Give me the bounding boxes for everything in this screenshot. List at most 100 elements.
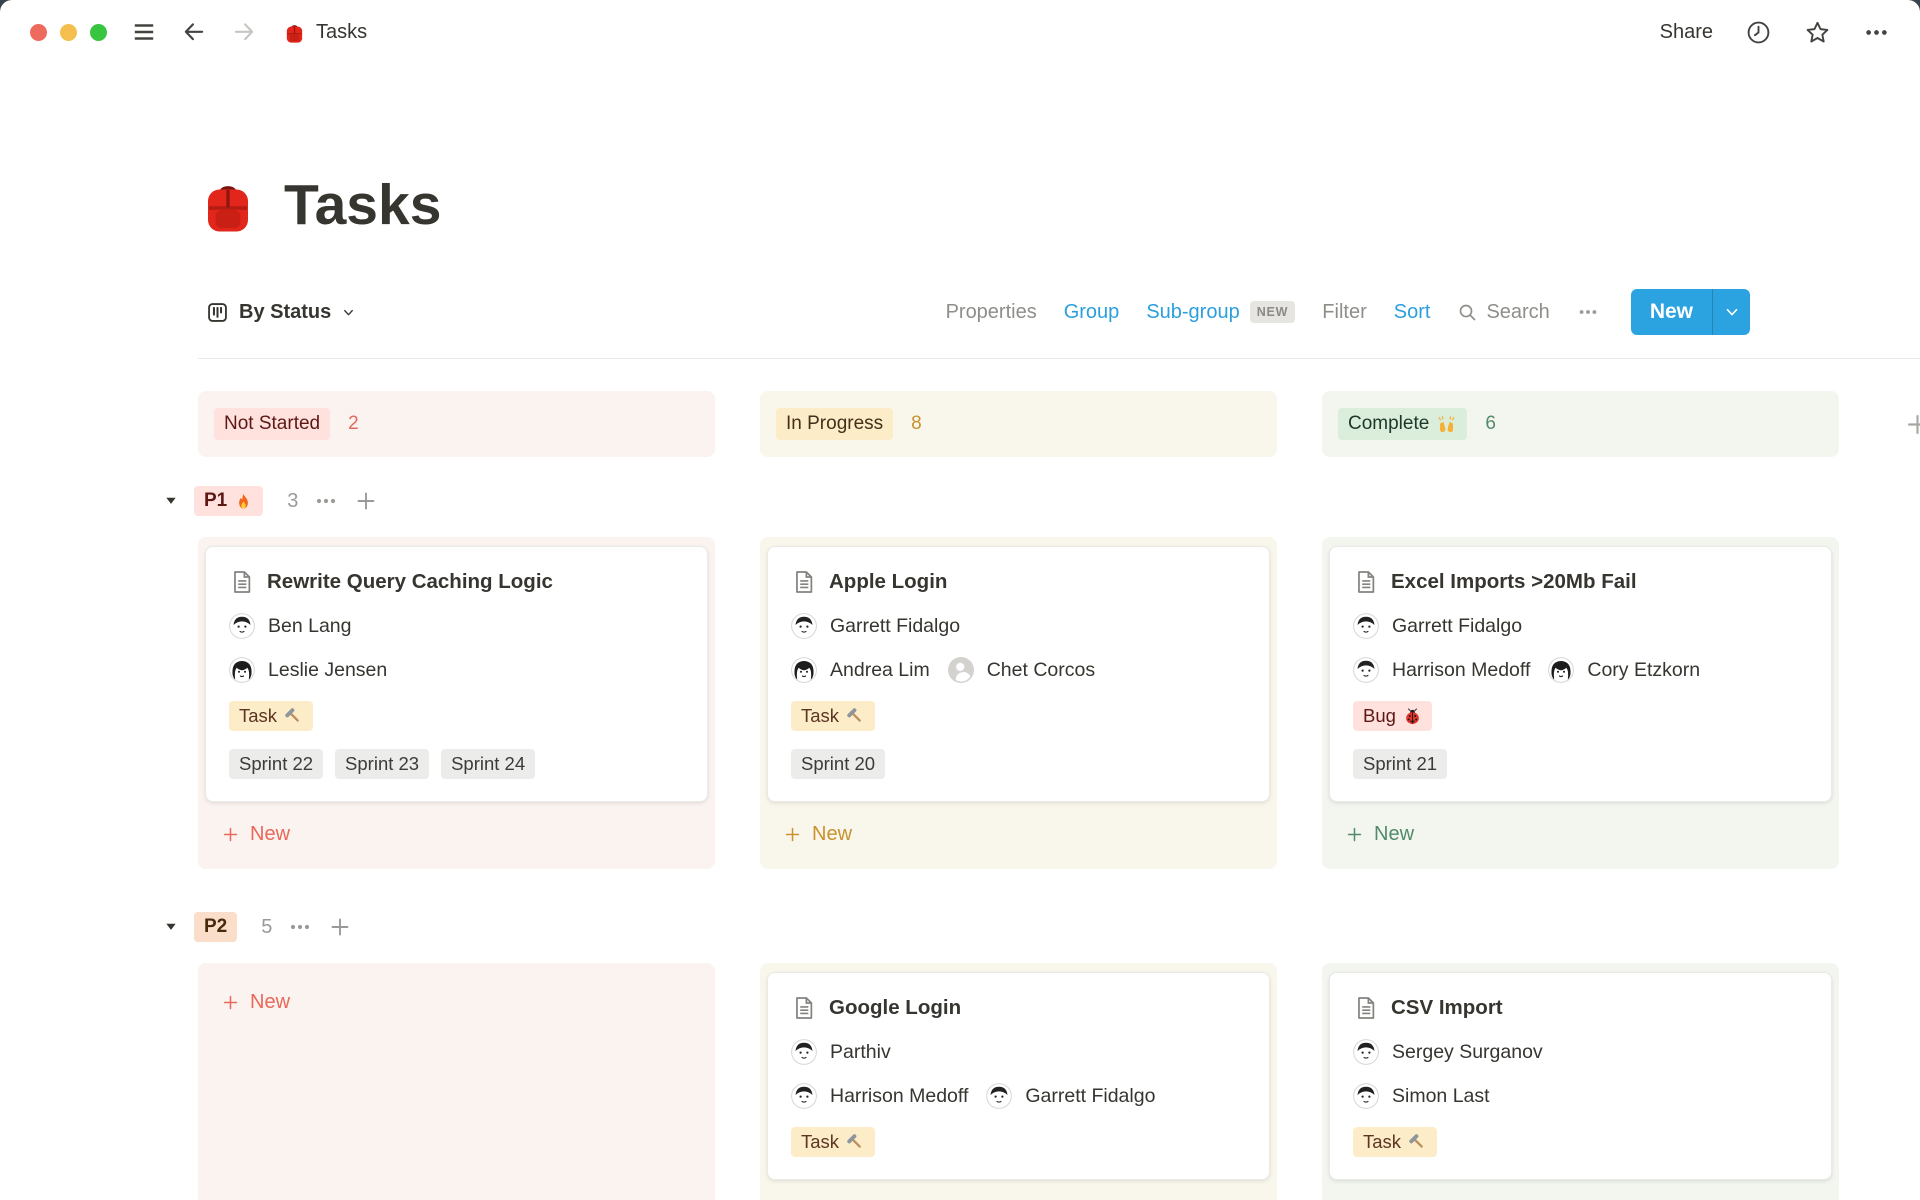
updates-clock-icon[interactable] bbox=[1745, 19, 1772, 46]
assignee-row: Sergey Surganov bbox=[1353, 1039, 1808, 1065]
window-topbar: Tasks Share bbox=[0, 0, 1920, 64]
cell-p2-complete: CSV Import Sergey Surganov Simon Last bbox=[1322, 963, 1839, 1200]
avatar-placeholder bbox=[948, 657, 974, 683]
tag-sprint: Sprint 21 bbox=[1353, 749, 1447, 779]
assignee: Andrea Lim bbox=[791, 657, 930, 683]
sort-button[interactable]: Sort bbox=[1394, 301, 1431, 324]
view-switcher[interactable]: By Status bbox=[206, 301, 356, 324]
group-add-icon[interactable] bbox=[328, 915, 352, 939]
search-button[interactable]: Search bbox=[1457, 301, 1549, 324]
tag-task: Task bbox=[229, 701, 313, 731]
avatar bbox=[791, 1039, 817, 1065]
assignee: Garrett Fidalgo bbox=[1353, 613, 1522, 639]
page-icon bbox=[1353, 569, 1379, 595]
column-header-in-progress: In Progress 8 bbox=[760, 391, 1277, 457]
add-card-button[interactable]: New bbox=[767, 814, 1270, 855]
tag-sprint: Sprint 20 bbox=[791, 749, 885, 779]
group-header-p1: P1 3 bbox=[164, 483, 1920, 519]
assignee-row: Harrison Medoff Garrett Fidalgo bbox=[791, 1083, 1246, 1109]
group-button[interactable]: Group bbox=[1064, 301, 1120, 324]
raised-hands-icon bbox=[1436, 414, 1457, 435]
subgroup-button[interactable]: Sub-group bbox=[1146, 301, 1239, 324]
column-header-complete: Complete 6 bbox=[1322, 391, 1839, 457]
task-card[interactable]: Excel Imports >20Mb Fail Garrett Fidalgo… bbox=[1329, 546, 1832, 802]
group-count: 3 bbox=[287, 490, 298, 513]
hammer-icon bbox=[284, 707, 303, 726]
back-arrow-icon[interactable] bbox=[181, 19, 207, 45]
ladybug-icon bbox=[1403, 707, 1422, 726]
new-button-dropdown[interactable] bbox=[1712, 289, 1750, 335]
add-card-button[interactable]: New bbox=[205, 982, 708, 1023]
assignee: Cory Etzkorn bbox=[1548, 657, 1700, 683]
hammer-icon bbox=[846, 1133, 865, 1152]
zoom-window-button[interactable] bbox=[90, 24, 107, 41]
cell-p2-not-started: New bbox=[198, 963, 715, 1200]
add-card-button[interactable]: New bbox=[205, 814, 708, 855]
tag-sprint: Sprint 23 bbox=[335, 749, 429, 779]
kanban-board: Not Started 2 In Progress 8 Complete 6 bbox=[0, 391, 1920, 1200]
assignee: Garrett Fidalgo bbox=[791, 613, 960, 639]
collapse-toggle-icon[interactable] bbox=[164, 920, 178, 934]
minimize-window-button[interactable] bbox=[60, 24, 77, 41]
chevron-down-icon bbox=[341, 305, 356, 320]
page-title: Tasks bbox=[284, 172, 441, 238]
avatar bbox=[791, 613, 817, 639]
status-badge[interactable]: Not Started bbox=[214, 408, 330, 440]
status-badge[interactable]: Complete bbox=[1338, 408, 1467, 440]
new-button[interactable]: New bbox=[1631, 289, 1750, 335]
assignee: Harrison Medoff bbox=[791, 1083, 968, 1109]
share-button[interactable]: Share bbox=[1660, 21, 1713, 44]
filter-button[interactable]: Filter bbox=[1322, 301, 1366, 324]
sidebar-menu-icon[interactable] bbox=[131, 19, 157, 45]
task-card[interactable]: CSV Import Sergey Surganov Simon Last bbox=[1329, 972, 1832, 1180]
status-badge[interactable]: In Progress bbox=[776, 408, 893, 440]
view-more-icon[interactable] bbox=[1577, 301, 1599, 323]
avatar bbox=[791, 1083, 817, 1109]
assignee-row: Parthiv bbox=[791, 1039, 1246, 1065]
properties-button[interactable]: Properties bbox=[946, 301, 1037, 324]
card-title: CSV Import bbox=[1391, 996, 1503, 1020]
assignee: Parthiv bbox=[791, 1039, 891, 1065]
forward-arrow-icon[interactable] bbox=[231, 19, 257, 45]
board-view-icon bbox=[206, 301, 229, 324]
search-label: Search bbox=[1486, 301, 1549, 324]
add-card-button[interactable]: New bbox=[1329, 814, 1832, 855]
avatar bbox=[1548, 657, 1574, 683]
assignee: Chet Corcos bbox=[948, 657, 1095, 683]
group-more-icon[interactable] bbox=[288, 915, 312, 939]
traffic-lights bbox=[30, 24, 107, 41]
avatar bbox=[791, 657, 817, 683]
hammer-icon bbox=[846, 707, 865, 726]
cell-p1-complete: Excel Imports >20Mb Fail Garrett Fidalgo… bbox=[1322, 537, 1839, 869]
group-more-icon[interactable] bbox=[314, 489, 338, 513]
card-title: Rewrite Query Caching Logic bbox=[267, 570, 553, 594]
breadcrumb[interactable]: Tasks bbox=[283, 21, 367, 44]
add-column-button[interactable] bbox=[1904, 411, 1920, 438]
group-badge[interactable]: P2 bbox=[194, 912, 237, 942]
group-add-icon[interactable] bbox=[354, 489, 378, 513]
avatar bbox=[229, 613, 255, 639]
task-card[interactable]: Rewrite Query Caching Logic Ben Lang Les… bbox=[205, 546, 708, 802]
new-button-label[interactable]: New bbox=[1631, 289, 1712, 335]
page-icon bbox=[791, 995, 817, 1021]
collapse-toggle-icon[interactable] bbox=[164, 494, 178, 508]
task-card[interactable]: Google Login Parthiv Harrison Medoff bbox=[767, 972, 1270, 1180]
backpack-icon[interactable] bbox=[198, 175, 258, 235]
assignee-row: Harrison Medoff Cory Etzkorn bbox=[1353, 657, 1808, 683]
close-window-button[interactable] bbox=[30, 24, 47, 41]
favorite-star-icon[interactable] bbox=[1804, 19, 1831, 46]
group-badge[interactable]: P1 bbox=[194, 486, 263, 516]
plus-icon bbox=[1345, 825, 1364, 844]
chevron-down-icon bbox=[1723, 303, 1741, 321]
page-icon bbox=[229, 569, 255, 595]
task-card[interactable]: Apple Login Garrett Fidalgo Andrea Lim bbox=[767, 546, 1270, 802]
assignee: Garrett Fidalgo bbox=[986, 1083, 1155, 1109]
assignee-row: Garrett Fidalgo bbox=[1353, 613, 1808, 639]
assignee-row: Ben Lang bbox=[229, 613, 684, 639]
cell-p1-in-progress: Apple Login Garrett Fidalgo Andrea Lim bbox=[760, 537, 1277, 869]
app-window: Tasks Share Tasks By Status Properties G… bbox=[0, 0, 1920, 1200]
cell-p2-in-progress: Google Login Parthiv Harrison Medoff bbox=[760, 963, 1277, 1200]
assignee: Simon Last bbox=[1353, 1083, 1490, 1109]
column-count: 8 bbox=[911, 413, 922, 435]
more-options-icon[interactable] bbox=[1863, 19, 1890, 46]
